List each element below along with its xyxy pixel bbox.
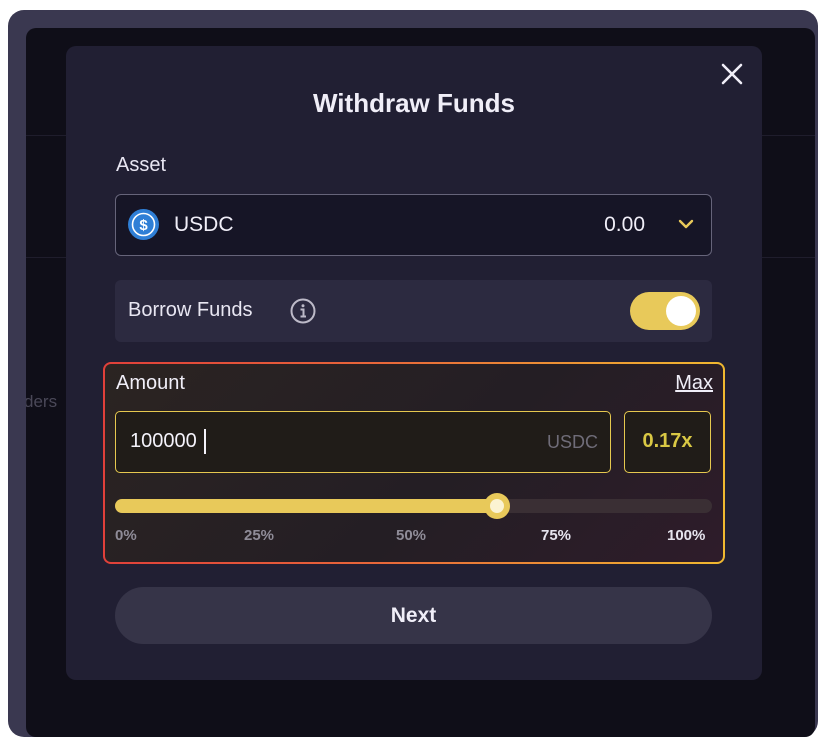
- leverage-button[interactable]: 0.17x: [624, 411, 711, 473]
- slider-tick-100[interactable]: 100%: [667, 527, 705, 544]
- amount-panel: Amount Max 100000 USDC 0.17x 0% 25% 50% …: [105, 364, 723, 562]
- amount-section: Amount Max 100000 USDC 0.17x 0% 25% 50% …: [103, 362, 725, 564]
- slider-tick-50[interactable]: 50%: [396, 527, 426, 544]
- slider-tick-25[interactable]: 25%: [244, 527, 274, 544]
- amount-slider[interactable]: [115, 493, 712, 519]
- slider-fill: [115, 499, 498, 513]
- text-caret: [204, 429, 206, 454]
- slider-thumb[interactable]: [484, 493, 511, 519]
- asset-balance: 0.00: [604, 213, 645, 236]
- max-button[interactable]: Max: [675, 372, 713, 395]
- borrow-funds-toggle[interactable]: [630, 292, 700, 330]
- borrow-funds-row: Borrow Funds: [115, 280, 712, 342]
- toggle-knob: [666, 296, 696, 326]
- svg-text:$: $: [139, 217, 148, 234]
- modal-title: Withdraw Funds: [313, 88, 515, 118]
- next-button[interactable]: Next: [115, 587, 712, 644]
- amount-unit: USDC: [546, 432, 598, 452]
- amount-label: Amount: [116, 372, 185, 394]
- withdraw-modal: Withdraw Funds Asset $ USDC 0.00 Borrow …: [66, 46, 762, 680]
- close-icon[interactable]: [718, 60, 746, 88]
- asset-label: Asset: [116, 154, 167, 176]
- usdc-coin-icon: $: [128, 209, 159, 240]
- asset-name: USDC: [174, 213, 234, 236]
- slider-tick-0[interactable]: 0%: [115, 527, 137, 544]
- asset-select[interactable]: $ USDC 0.00: [115, 194, 712, 256]
- amount-input[interactable]: 100000 USDC: [115, 411, 611, 473]
- slider-tick-75[interactable]: 75%: [541, 527, 571, 544]
- background-text: ders: [26, 392, 58, 411]
- amount-value: 100000: [130, 430, 197, 452]
- borrow-funds-label: Borrow Funds: [128, 299, 253, 321]
- close-button[interactable]: [718, 60, 746, 88]
- info-icon[interactable]: [289, 297, 317, 325]
- chevron-down-icon[interactable]: [677, 217, 695, 231]
